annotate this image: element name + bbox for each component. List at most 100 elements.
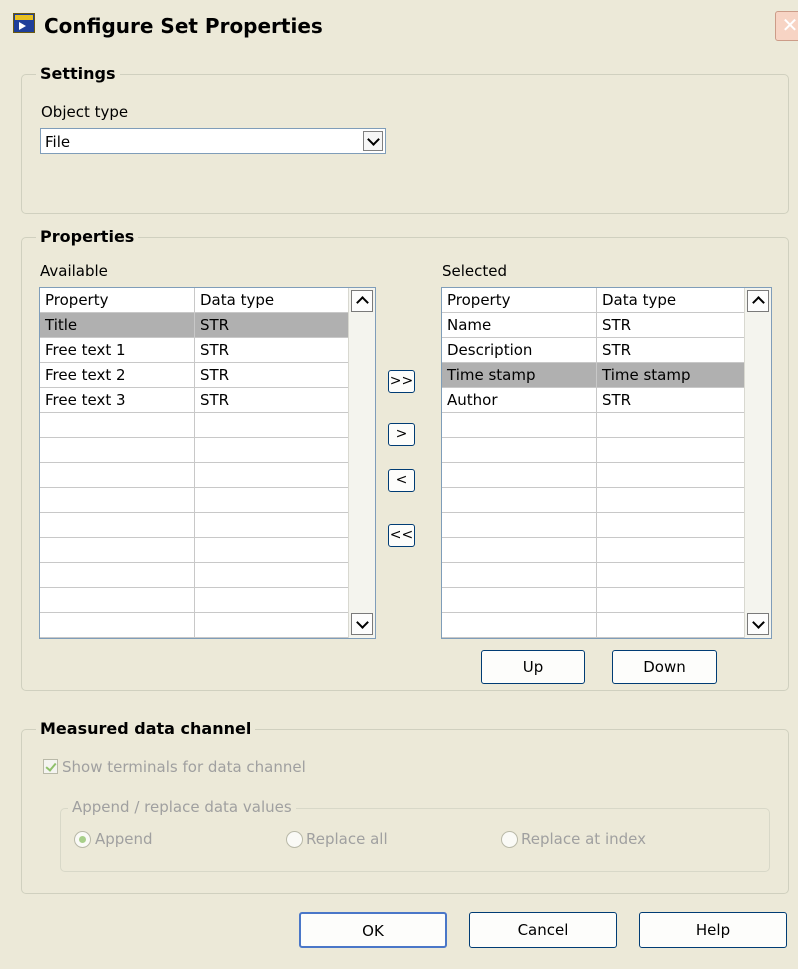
selected-table[interactable]: Property Data type Name STR Description … xyxy=(441,287,772,639)
property-cell: Description xyxy=(442,338,597,363)
empty-cell xyxy=(40,413,195,438)
data-type-cell: STR xyxy=(200,391,230,409)
chevron-down-icon xyxy=(355,615,369,629)
table-row[interactable]: Time stamp Time stamp xyxy=(442,363,744,388)
empty-row[interactable] xyxy=(40,463,348,488)
table-row[interactable]: Free text 1 STR xyxy=(40,338,348,363)
chevron-up-icon xyxy=(355,296,369,309)
empty-cell xyxy=(40,513,195,538)
object-type-dropdown[interactable]: File xyxy=(40,128,386,154)
empty-cell xyxy=(442,488,597,513)
empty-row[interactable] xyxy=(442,563,744,588)
replace-all-radio-label: Replace all xyxy=(306,830,388,848)
data-type-cell: STR xyxy=(602,316,632,334)
empty-row[interactable] xyxy=(442,538,744,563)
table-row[interactable]: Free text 2 STR xyxy=(40,363,348,388)
table-row[interactable]: Description STR xyxy=(442,338,744,363)
add-all-button[interactable]: >> xyxy=(388,370,415,393)
empty-cell xyxy=(40,488,195,513)
replace-all-radio[interactable] xyxy=(286,831,303,848)
replace-at-index-radio-label: Replace at index xyxy=(521,830,646,848)
selected-label: Selected xyxy=(442,262,508,280)
show-terminals-checkbox[interactable] xyxy=(43,759,58,774)
property-cell: Free text 2 xyxy=(40,363,195,388)
column-header-property[interactable]: Property xyxy=(40,288,195,313)
table-row[interactable]: Title STR xyxy=(40,313,348,338)
empty-row[interactable] xyxy=(442,488,744,513)
title-bar: Configure Set Properties ✕ xyxy=(0,0,798,52)
available-label: Available xyxy=(40,262,108,280)
table-row[interactable]: Free text 3 STR xyxy=(40,388,348,413)
data-type-cell: STR xyxy=(200,366,230,384)
chevron-down-icon xyxy=(751,615,765,629)
selected-scrollbar[interactable] xyxy=(744,288,771,638)
append-replace-legend: Append / replace data values xyxy=(68,798,296,816)
close-button[interactable]: ✕ xyxy=(775,11,798,41)
empty-row[interactable] xyxy=(40,438,348,463)
empty-cell xyxy=(40,463,195,488)
empty-row[interactable] xyxy=(40,538,348,563)
move-down-button[interactable]: Down xyxy=(612,650,717,684)
data-type-cell: STR xyxy=(200,316,230,334)
column-header-data-type[interactable]: Data type xyxy=(597,288,744,313)
property-cell: Time stamp xyxy=(442,363,597,388)
table-row[interactable]: Author STR xyxy=(442,388,744,413)
empty-row[interactable] xyxy=(442,513,744,538)
empty-cell xyxy=(40,613,195,638)
empty-cell xyxy=(40,538,195,563)
empty-cell xyxy=(442,438,597,463)
empty-row[interactable] xyxy=(442,613,744,638)
append-replace-group xyxy=(60,808,770,872)
chevron-down-icon[interactable] xyxy=(363,131,383,151)
empty-cell xyxy=(40,588,195,613)
empty-row[interactable] xyxy=(40,613,348,638)
settings-legend: Settings xyxy=(36,64,120,83)
column-header-property[interactable]: Property xyxy=(442,288,597,313)
data-type-cell: STR xyxy=(200,341,230,359)
empty-cell xyxy=(442,413,597,438)
append-radio[interactable] xyxy=(74,831,91,848)
column-header-data-type[interactable]: Data type xyxy=(195,288,348,313)
data-type-cell: STR xyxy=(602,391,632,409)
help-button[interactable]: Help xyxy=(639,912,787,948)
empty-row[interactable] xyxy=(40,563,348,588)
ok-button[interactable]: OK xyxy=(299,912,447,948)
empty-row[interactable] xyxy=(442,438,744,463)
available-scrollbar[interactable] xyxy=(348,288,375,638)
move-up-button[interactable]: Up xyxy=(481,650,585,684)
empty-row[interactable] xyxy=(40,588,348,613)
scroll-down-button[interactable] xyxy=(351,613,373,635)
empty-row[interactable] xyxy=(442,413,744,438)
available-table[interactable]: Property Data type Title STR Free text 1… xyxy=(39,287,376,639)
remove-all-button[interactable]: << xyxy=(388,524,415,547)
data-type-cell: STR xyxy=(602,341,632,359)
scroll-down-button[interactable] xyxy=(747,613,769,635)
empty-cell xyxy=(442,463,597,488)
empty-row[interactable] xyxy=(40,413,348,438)
empty-row[interactable] xyxy=(442,588,744,613)
empty-row[interactable] xyxy=(442,463,744,488)
empty-cell xyxy=(40,438,195,463)
cancel-button[interactable]: Cancel xyxy=(469,912,617,948)
scroll-up-button[interactable] xyxy=(747,290,769,312)
remove-button[interactable]: < xyxy=(388,469,415,492)
property-cell: Author xyxy=(442,388,597,413)
object-type-value: File xyxy=(45,133,71,151)
labview-app-icon xyxy=(13,13,35,33)
replace-at-index-radio[interactable] xyxy=(501,831,518,848)
empty-row[interactable] xyxy=(40,488,348,513)
table-row[interactable]: Name STR xyxy=(442,313,744,338)
empty-cell xyxy=(442,513,597,538)
add-button[interactable]: > xyxy=(388,423,415,446)
empty-cell xyxy=(442,613,597,638)
object-type-label: Object type xyxy=(41,103,129,121)
empty-cell xyxy=(442,588,597,613)
property-cell: Title xyxy=(40,313,195,338)
data-type-cell: Time stamp xyxy=(602,366,691,384)
property-cell: Name xyxy=(442,313,597,338)
measured-data-legend: Measured data channel xyxy=(36,719,256,738)
properties-legend: Properties xyxy=(36,227,139,246)
property-cell: Free text 1 xyxy=(40,338,195,363)
empty-row[interactable] xyxy=(40,513,348,538)
scroll-up-button[interactable] xyxy=(351,290,373,312)
